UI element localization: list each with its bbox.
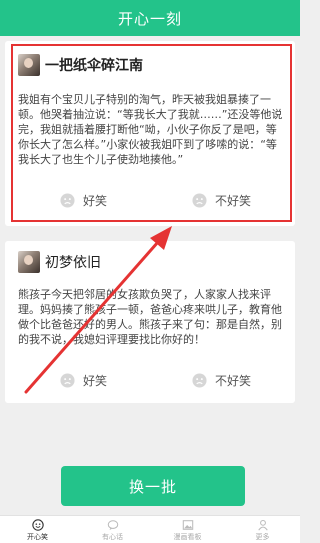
joke-text: 我姐有个宝贝儿子特别的淘气，昨天被我姐暴揍了一顿。他哭着抽泣说：“等我长大了我就… — [18, 93, 283, 166]
header-title: 开心一刻 — [117, 9, 182, 28]
dislike-button[interactable]: 不好笑 — [192, 372, 251, 389]
refresh-button[interactable]: 换一批 — [61, 466, 245, 506]
tab-comics[interactable]: 漫画看板 — [150, 516, 225, 543]
vote-actions: 好笑 不好笑 — [5, 372, 295, 392]
sad-face-icon — [192, 373, 207, 388]
tab-label: 漫画看板 — [173, 533, 202, 541]
like-label: 好笑 — [83, 374, 108, 388]
joke-text: 熊孩子今天把邻居的女孩欺负哭了，人家家人找来评理。妈妈揍了熊孩子一顿，爸爸心疼来… — [18, 288, 282, 346]
tab-heart-talk[interactable]: 有心话 — [75, 516, 150, 543]
like-button[interactable]: 好笑 — [60, 192, 107, 209]
vote-actions: 好笑 不好笑 — [5, 192, 295, 212]
joke-card: 一把纸伞碎江南 我姐有个宝贝儿子特别的淘气，昨天被我姐暴揍了一顿。他哭着抽泣说：… — [5, 41, 295, 226]
dislike-button[interactable]: 不好笑 — [192, 192, 251, 209]
avatar[interactable] — [18, 251, 40, 273]
tab-label: 有心话 — [102, 533, 123, 541]
card-header: 初梦依旧 — [18, 251, 101, 273]
tab-more[interactable]: 更多 — [225, 516, 300, 543]
tab-label: 更多 — [255, 533, 270, 541]
tab-happy-laugh[interactable]: 开心笑 — [0, 516, 75, 543]
sad-face-icon — [60, 373, 75, 388]
user-icon — [257, 519, 268, 531]
avatar[interactable] — [18, 54, 40, 76]
card-header: 一把纸伞碎江南 — [18, 54, 143, 76]
chat-icon — [107, 520, 118, 531]
user-name[interactable]: 初梦依旧 — [45, 252, 101, 272]
joke-card: 初梦依旧 熊孩子今天把邻居的女孩欺负哭了，人家家人找来评理。妈妈揍了熊孩子一顿，… — [5, 241, 295, 403]
image-icon — [182, 520, 193, 530]
dislike-label: 不好笑 — [215, 374, 252, 388]
dislike-label: 不好笑 — [215, 194, 252, 208]
smile-icon — [31, 519, 44, 531]
tab-label: 开心笑 — [27, 533, 48, 541]
like-label: 好笑 — [83, 194, 108, 208]
user-name[interactable]: 一把纸伞碎江南 — [45, 55, 143, 75]
sad-face-icon — [60, 193, 75, 208]
bottom-tab-bar: 开心笑 有心话 漫画看板 更多 — [0, 515, 300, 543]
sad-face-icon — [192, 193, 207, 208]
app-header: 开心一刻 — [0, 0, 300, 36]
like-button[interactable]: 好笑 — [60, 372, 107, 389]
